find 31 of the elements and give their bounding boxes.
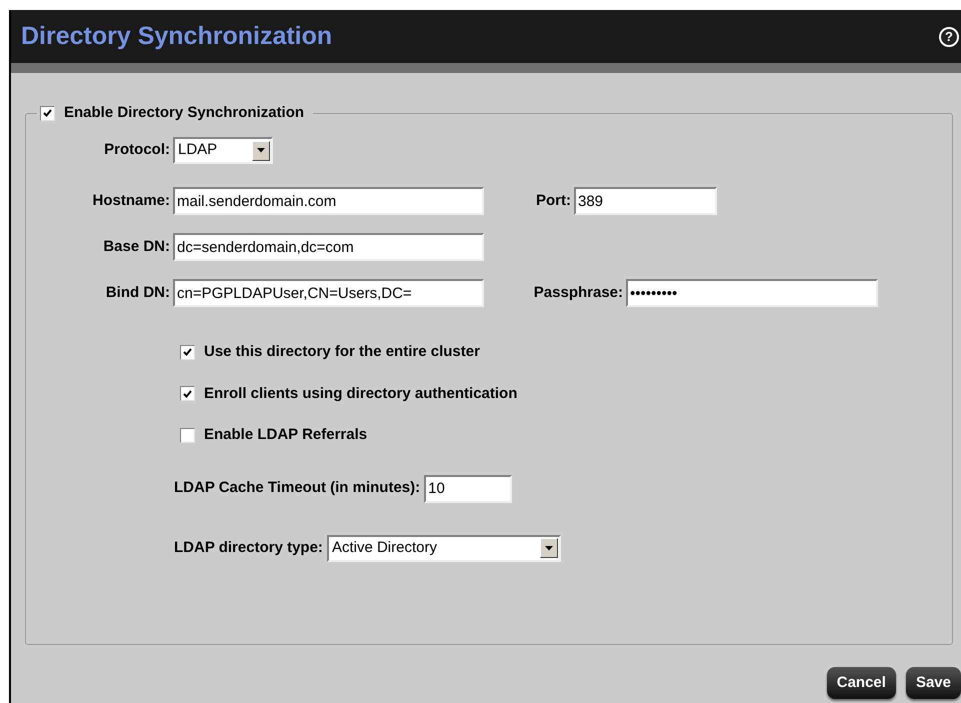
check-icon [183,348,192,356]
bind-dn-field[interactable]: cn=PGPLDAPUser,CN=Users,DC= [173,279,484,307]
dialog-button[interactable]: Cancel [826,667,896,699]
field-label: LDAP Cache Timeout (in minutes): [174,478,420,498]
field-label: LDAP directory type: [174,538,323,558]
passphrase-field[interactable]: ••••••••• [626,279,878,307]
checkbox-label: Use this directory for the entire cluster [204,342,480,362]
checkbox[interactable] [180,344,195,360]
directory-type-select[interactable]: Active Directory [326,534,561,562]
checkbox[interactable] [180,386,195,402]
field-label: Hostname: [91,190,170,211]
checkbox-label: Enable Directory Synchronization [64,102,306,123]
port-field[interactable]: 389 [574,187,717,215]
dialog-button[interactable]: Save [906,667,961,699]
checkbox[interactable] [180,428,195,443]
field-label: Passphrase: [532,282,623,303]
field-label: Port: [535,190,571,211]
cache-timeout-field[interactable]: 10 [424,474,512,502]
window-title: Directory Synchronization [21,20,332,52]
help-button[interactable]: ? [939,26,959,46]
field-label: Bind DN: [104,282,170,303]
protocol-select[interactable]: LDAP [173,137,273,164]
checkbox[interactable] [40,106,55,120]
check-icon [43,109,52,117]
checkbox-label: Enroll clients using directory authentication [204,384,518,404]
field-label: Protocol: [103,140,170,160]
check-icon [183,390,192,398]
hostname-field[interactable]: mail.senderdomain.com [173,187,484,215]
field-label: Base DN: [102,236,170,257]
checkbox-label: Enable LDAP Referrals [204,425,368,445]
base-dn-field[interactable]: dc=senderdomain,dc=com [173,233,484,261]
